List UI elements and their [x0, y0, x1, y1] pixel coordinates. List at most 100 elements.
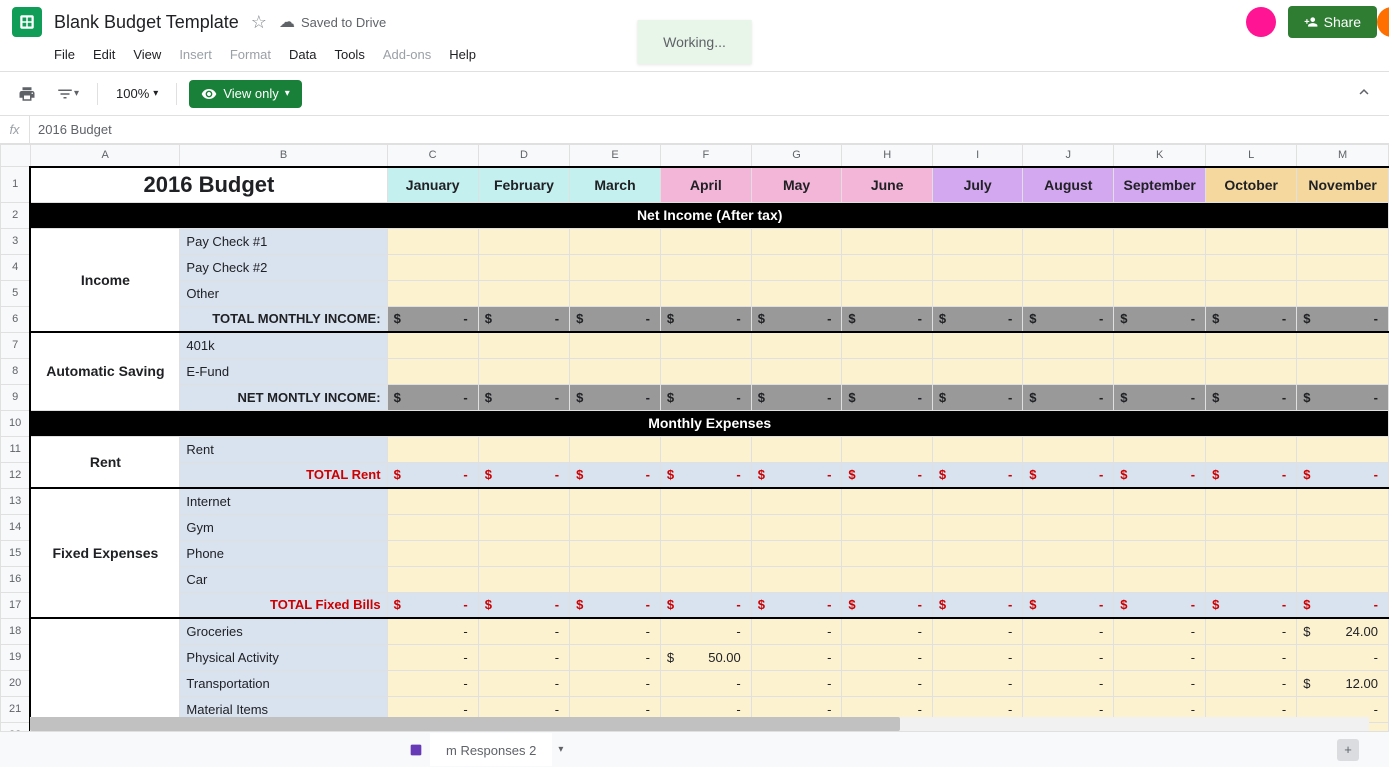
cell[interactable]: [660, 332, 751, 358]
rent-item[interactable]: Rent: [180, 436, 387, 462]
cell[interactable]: [478, 254, 569, 280]
cell[interactable]: [1297, 332, 1389, 358]
cell[interactable]: [660, 540, 751, 566]
cell[interactable]: [1114, 540, 1206, 566]
collapse-toolbar-icon[interactable]: [1351, 79, 1377, 108]
menu-add-ons[interactable]: Add-ons: [375, 43, 439, 66]
row-header[interactable]: 2: [1, 202, 31, 228]
cell[interactable]: -: [751, 644, 842, 670]
spreadsheet[interactable]: ABCDEFGHIJKLM12016 BudgetJanuaryFebruary…: [0, 144, 1389, 736]
cell[interactable]: [1114, 332, 1206, 358]
cell[interactable]: [751, 332, 842, 358]
month-header[interactable]: November: [1297, 167, 1389, 203]
column-header[interactable]: K: [1114, 145, 1206, 167]
row-header[interactable]: 5: [1, 280, 31, 306]
row-header[interactable]: 15: [1, 540, 31, 566]
cell[interactable]: [570, 280, 661, 306]
cell[interactable]: [751, 254, 842, 280]
total-cell[interactable]: $-: [660, 462, 751, 488]
section-monthly-expenses[interactable]: Monthly Expenses: [30, 410, 1388, 436]
document-title[interactable]: Blank Budget Template: [54, 12, 239, 33]
formula-input[interactable]: 2016 Budget: [30, 116, 1389, 143]
income-item[interactable]: Pay Check #2: [180, 254, 387, 280]
income-item[interactable]: Pay Check #1: [180, 228, 387, 254]
cell[interactable]: [842, 540, 933, 566]
category-income[interactable]: Income: [30, 228, 180, 332]
cell[interactable]: -: [660, 618, 751, 644]
row-header[interactable]: 17: [1, 592, 31, 618]
menu-file[interactable]: File: [46, 43, 83, 66]
total-cell[interactable]: $-: [570, 592, 661, 618]
column-header[interactable]: I: [932, 145, 1022, 167]
total-cell[interactable]: $-: [478, 592, 569, 618]
fixed-item[interactable]: Phone: [180, 540, 387, 566]
cell[interactable]: -: [478, 618, 569, 644]
total-cell[interactable]: $-: [387, 384, 478, 410]
cell[interactable]: [751, 228, 842, 254]
cell[interactable]: [387, 514, 478, 540]
cell[interactable]: [570, 488, 661, 514]
column-header[interactable]: D: [478, 145, 569, 167]
column-header[interactable]: C: [387, 145, 478, 167]
cell[interactable]: -: [1114, 670, 1206, 696]
fixed-item[interactable]: Internet: [180, 488, 387, 514]
total-cell[interactable]: $-: [660, 592, 751, 618]
total-cell[interactable]: $-: [1114, 592, 1206, 618]
cell[interactable]: [478, 332, 569, 358]
filter-icon[interactable]: ▾: [50, 81, 85, 107]
cell[interactable]: [387, 540, 478, 566]
cell[interactable]: [1206, 514, 1297, 540]
saving-item[interactable]: E-Fund: [180, 358, 387, 384]
total-cell[interactable]: $-: [1297, 306, 1389, 332]
zoom-control[interactable]: 100% ▾: [110, 82, 164, 105]
variable-item[interactable]: Transportation: [180, 670, 387, 696]
cell[interactable]: [387, 358, 478, 384]
row-header[interactable]: 9: [1, 384, 31, 410]
column-header[interactable]: J: [1023, 145, 1114, 167]
row-header[interactable]: 14: [1, 514, 31, 540]
row-header[interactable]: 18: [1, 618, 31, 644]
collaborator-avatar[interactable]: [1246, 7, 1276, 37]
cell[interactable]: [570, 514, 661, 540]
cell[interactable]: [1297, 488, 1389, 514]
cell[interactable]: [660, 358, 751, 384]
cell[interactable]: [1114, 514, 1206, 540]
cell[interactable]: -: [932, 618, 1022, 644]
cell[interactable]: [1023, 280, 1114, 306]
cell[interactable]: -: [842, 670, 933, 696]
fixed-item[interactable]: Gym: [180, 514, 387, 540]
cell[interactable]: [478, 514, 569, 540]
month-header[interactable]: March: [570, 167, 661, 203]
cell[interactable]: -: [387, 670, 478, 696]
total-cell[interactable]: $-: [1206, 462, 1297, 488]
cell[interactable]: -: [1114, 618, 1206, 644]
month-header[interactable]: August: [1023, 167, 1114, 203]
row-header[interactable]: 11: [1, 436, 31, 462]
cell[interactable]: [1023, 566, 1114, 592]
cell[interactable]: [570, 358, 661, 384]
cell[interactable]: [1297, 540, 1389, 566]
total-cell[interactable]: $-: [1206, 306, 1297, 332]
account-avatar[interactable]: [1377, 7, 1389, 37]
cell[interactable]: [1206, 254, 1297, 280]
cell[interactable]: -: [478, 644, 569, 670]
total-cell[interactable]: $-: [1297, 462, 1389, 488]
cell[interactable]: [478, 488, 569, 514]
cell[interactable]: [660, 280, 751, 306]
total-cell[interactable]: $-: [570, 462, 661, 488]
total-cell[interactable]: $-: [1023, 306, 1114, 332]
cell[interactable]: [932, 488, 1022, 514]
cell[interactable]: [1206, 488, 1297, 514]
cell[interactable]: [842, 488, 933, 514]
row-header[interactable]: 12: [1, 462, 31, 488]
menu-view[interactable]: View: [125, 43, 169, 66]
net-monthly-income-label[interactable]: NET MONTLY INCOME:: [180, 384, 387, 410]
cell[interactable]: $50.00: [660, 644, 751, 670]
cell[interactable]: $24.00: [1297, 618, 1389, 644]
row-header[interactable]: 8: [1, 358, 31, 384]
total-monthly-income-label[interactable]: TOTAL MONTHLY INCOME:: [180, 306, 387, 332]
cell[interactable]: -: [1114, 644, 1206, 670]
saving-item[interactable]: 401k: [180, 332, 387, 358]
cell[interactable]: [1297, 358, 1389, 384]
chevron-down-icon[interactable]: ▾: [558, 744, 563, 755]
